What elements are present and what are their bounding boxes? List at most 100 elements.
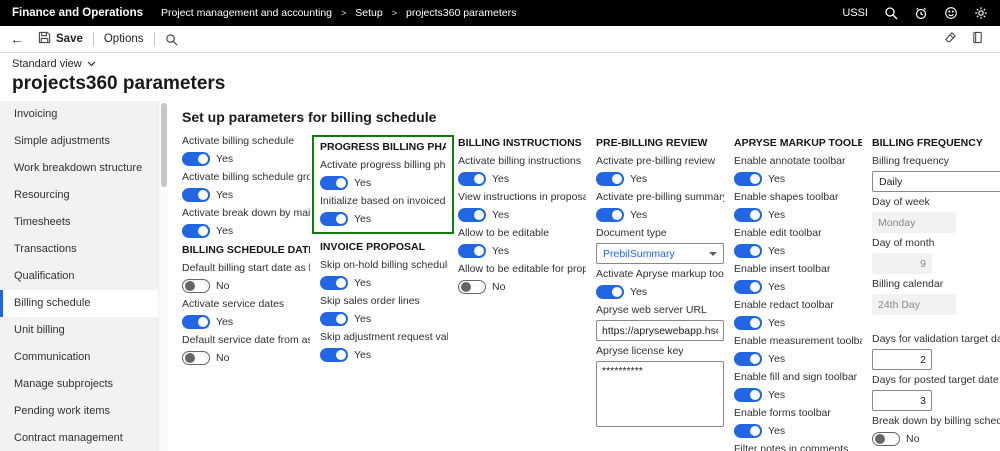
sidebar-item-pending-work-items[interactable]: Pending work items (0, 398, 158, 425)
toggle-switch[interactable] (182, 224, 210, 238)
sidebar-scrollbar[interactable] (158, 101, 168, 451)
field-activate-billing-schedule-groups: Activate billing schedule groupsYes (182, 171, 310, 203)
sidebar-item-timesheets[interactable]: Timesheets (0, 209, 158, 236)
toggle-switch[interactable] (734, 388, 762, 402)
feedback-smiley-icon[interactable] (944, 6, 958, 20)
toggle-switch[interactable] (320, 212, 348, 226)
scrollbar-thumb[interactable] (161, 103, 167, 187)
toggle-switch[interactable] (734, 280, 762, 294)
toggle-view-instructions-in-proposal[interactable]: Yes (458, 207, 586, 223)
toggle-switch[interactable] (734, 316, 762, 330)
toggle-switch[interactable] (458, 244, 486, 258)
toggle-switch[interactable] (734, 424, 762, 438)
view-selector[interactable]: Standard view (12, 58, 1000, 70)
toggle-activate-billing-schedule[interactable]: Yes (182, 151, 310, 167)
eraser-icon[interactable] (944, 31, 957, 47)
sidebar-item-invoicing[interactable]: Invoicing (0, 101, 158, 128)
app-name[interactable]: Finance and Operations (12, 7, 143, 19)
toggle-switch[interactable] (734, 352, 762, 366)
toggle-enable-measurement-toolbar[interactable]: Yes (734, 351, 862, 367)
toggle-activate-pre-billing-summary[interactable]: Yes (596, 207, 724, 223)
toggle-switch[interactable] (734, 208, 762, 222)
book-icon[interactable] (971, 31, 984, 47)
toggle-allow-to-be-editable-for-proposal[interactable]: No (458, 279, 586, 295)
search-icon[interactable] (884, 6, 898, 20)
toggle-activate-progress-billing-phases[interactable]: Yes (320, 175, 446, 191)
search-icon[interactable] (165, 33, 178, 46)
toggle-switch[interactable] (458, 280, 486, 294)
toggle-enable-shapes-toolbar[interactable]: Yes (734, 207, 862, 223)
input-apryse-web-server-url[interactable]: https://aprysewebapp.hsopro... (596, 320, 724, 341)
toggle-enable-redact-toolbar[interactable]: Yes (734, 315, 862, 331)
back-arrow-icon[interactable]: ← (10, 31, 24, 47)
toggle-activate-pre-billing-review[interactable]: Yes (596, 171, 724, 187)
textarea-apryse-license-key[interactable]: ********** (596, 361, 724, 427)
toggle-activate-billing-schedule-groups[interactable]: Yes (182, 187, 310, 203)
breadcrumb-item-setup[interactable]: Setup (355, 7, 382, 19)
dropdown-document-type[interactable]: PrebilSummary (596, 243, 724, 264)
toggle-break-down-by-billing-schedule-g[interactable]: No (872, 431, 1000, 447)
toggle-switch[interactable] (734, 172, 762, 186)
toggle-default-billing-start-date-as-blank[interactable]: No (182, 278, 310, 294)
toggle-switch[interactable] (320, 348, 348, 362)
toggle-enable-annotate-toolbar[interactable]: Yes (734, 171, 862, 187)
toggle-switch[interactable] (458, 208, 486, 222)
toggle-enable-fill-and-sign-toolbar[interactable]: Yes (734, 387, 862, 403)
field-label: Days for validation target date (872, 333, 1000, 346)
save-button[interactable]: Save (38, 31, 83, 47)
environment-label[interactable]: USSI (842, 7, 868, 19)
toggle-switch[interactable] (734, 244, 762, 258)
sidebar-item-unit-billing[interactable]: Unit billing (0, 317, 158, 344)
toggle-switch[interactable] (596, 285, 624, 299)
toggle-switch[interactable] (596, 172, 624, 186)
sidebar-item-billing-schedule[interactable]: Billing schedule (0, 290, 158, 317)
breadcrumb-item-projects360-parameters[interactable]: projects360 parameters (406, 7, 516, 19)
toggle-switch[interactable] (182, 188, 210, 202)
toggle-allow-to-be-editable[interactable]: Yes (458, 243, 586, 259)
sidebar-item-simple-adjustments[interactable]: Simple adjustments (0, 128, 158, 155)
sidebar-item-transactions[interactable]: Transactions (0, 236, 158, 263)
dropdown-billing-frequency[interactable]: Daily (872, 171, 1000, 192)
toggle-switch[interactable] (182, 315, 210, 329)
sidebar-item-resourcing[interactable]: Resourcing (0, 182, 158, 209)
section-header-invoice-proposal: INVOICE PROPOSAL (320, 241, 448, 253)
toggle-knob (185, 281, 195, 291)
sidebar-item-manage-subprojects[interactable]: Manage subprojects (0, 371, 158, 398)
sidebar-item-contract-management[interactable]: Contract management (0, 425, 158, 451)
sidebar-item-work-breakdown-structure[interactable]: Work breakdown structure (0, 155, 158, 182)
toggle-state-label: Yes (216, 316, 233, 328)
alarm-clock-icon[interactable] (914, 6, 928, 20)
sidebar-item-qualification[interactable]: Qualification (0, 263, 158, 290)
input-days-for-posted-target-date[interactable]: 3 (872, 390, 932, 411)
toggle-switch[interactable] (458, 172, 486, 186)
toggle-switch[interactable] (596, 208, 624, 222)
toggle-enable-insert-toolbar[interactable]: Yes (734, 279, 862, 295)
sidebar-item-communication[interactable]: Communication (0, 344, 158, 371)
toggle-initialize-based-on-invoiced-amo[interactable]: Yes (320, 211, 446, 227)
toggle-skip-adjustment-request-validation[interactable]: Yes (320, 347, 448, 363)
toggle-switch[interactable] (872, 432, 900, 446)
toggle-switch[interactable] (182, 152, 210, 166)
toggle-switch[interactable] (182, 351, 210, 365)
toggle-enable-forms-toolbar[interactable]: Yes (734, 423, 862, 439)
settings-gear-icon[interactable] (974, 6, 988, 20)
toggle-activate-billing-instructions[interactable]: Yes (458, 171, 586, 187)
toggle-activate-break-down-by-main-pro[interactable]: Yes (182, 223, 310, 239)
toggle-skip-sales-order-lines[interactable]: Yes (320, 311, 448, 327)
toggle-state-label: Yes (630, 173, 647, 185)
breadcrumb-item-project-management-and-accounting[interactable]: Project management and accounting (161, 7, 332, 19)
toggle-skip-on-hold-billing-schedule-lines[interactable]: Yes (320, 275, 448, 291)
toggle-default-service-date-from-as-blank[interactable]: No (182, 350, 310, 366)
toggle-activate-apryse-markup-tool[interactable]: Yes (596, 284, 724, 300)
field-label: Filter notes in comments (734, 443, 862, 451)
toggle-switch[interactable] (320, 176, 348, 190)
toggle-enable-edit-toolbar[interactable]: Yes (734, 243, 862, 259)
toggle-switch[interactable] (182, 279, 210, 293)
options-button[interactable]: Options (104, 33, 144, 45)
toggle-switch[interactable] (320, 276, 348, 290)
field-activate-service-dates: Activate service datesYes (182, 298, 310, 330)
field-initialize-based-on-invoiced-amo: Initialize based on invoiced amo...Yes (320, 195, 446, 227)
input-days-for-validation-target-date[interactable]: 2 (872, 349, 932, 370)
toggle-switch[interactable] (320, 312, 348, 326)
toggle-activate-service-dates[interactable]: Yes (182, 314, 310, 330)
